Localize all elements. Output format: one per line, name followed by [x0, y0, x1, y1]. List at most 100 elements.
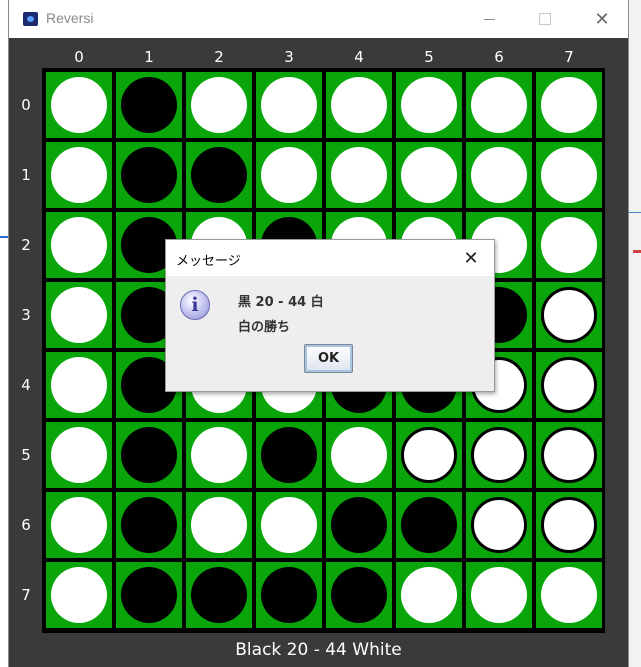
title-bar[interactable]: Reversi ✕: [9, 0, 628, 38]
board-cell[interactable]: [466, 142, 532, 208]
row-label: 2: [21, 236, 31, 254]
white-disc: [541, 497, 597, 553]
white-disc: [191, 77, 247, 133]
board-cell[interactable]: [396, 562, 462, 628]
white-disc: [51, 77, 107, 133]
white-disc: [471, 147, 527, 203]
row-label: 4: [21, 376, 31, 394]
white-disc: [541, 567, 597, 623]
window-title: Reversi: [46, 10, 94, 26]
dialog-title-bar[interactable]: メッセージ ✕: [166, 240, 494, 276]
board-cell[interactable]: [116, 492, 182, 558]
board-cell[interactable]: [466, 492, 532, 558]
board-cell[interactable]: [536, 352, 602, 418]
board-cell[interactable]: [326, 422, 392, 488]
white-disc: [191, 497, 247, 553]
dialog-score-message: 黒 20 - 44 白: [238, 295, 324, 310]
board-cell[interactable]: [116, 72, 182, 138]
board-cell[interactable]: [256, 562, 322, 628]
board-cell[interactable]: [536, 142, 602, 208]
white-disc: [51, 567, 107, 623]
background-line: [627, 212, 641, 213]
black-disc: [261, 427, 317, 483]
white-disc: [401, 147, 457, 203]
board-cell[interactable]: [466, 72, 532, 138]
column-label: 0: [74, 48, 84, 66]
board-cell[interactable]: [466, 422, 532, 488]
column-label: 3: [284, 48, 294, 66]
white-disc: [401, 567, 457, 623]
column-label: 1: [144, 48, 154, 66]
white-disc: [471, 497, 527, 553]
row-label: 1: [21, 166, 31, 184]
board-cell[interactable]: [46, 212, 112, 278]
board-cell[interactable]: [396, 72, 462, 138]
white-disc: [261, 497, 317, 553]
board-cell[interactable]: [326, 492, 392, 558]
dialog-winner-message: 白の勝ち: [238, 320, 291, 335]
board-cell[interactable]: [46, 72, 112, 138]
white-disc: [541, 357, 597, 413]
white-disc: [401, 77, 457, 133]
white-disc: [541, 287, 597, 343]
info-icon: i: [180, 290, 210, 320]
dialog-close-button[interactable]: ✕: [456, 244, 486, 272]
board-cell[interactable]: [466, 562, 532, 628]
white-disc: [51, 497, 107, 553]
minimize-button[interactable]: [466, 0, 512, 38]
board-cell[interactable]: [536, 562, 602, 628]
board-cell[interactable]: [326, 142, 392, 208]
board-cell[interactable]: [536, 492, 602, 558]
maximize-button[interactable]: [522, 0, 568, 38]
white-disc: [51, 147, 107, 203]
black-disc: [121, 77, 177, 133]
board-cell[interactable]: [396, 142, 462, 208]
white-disc: [51, 427, 107, 483]
board-cell[interactable]: [186, 492, 252, 558]
white-disc: [331, 427, 387, 483]
white-disc: [261, 77, 317, 133]
board-cell[interactable]: [46, 142, 112, 208]
black-disc: [121, 427, 177, 483]
board-cell[interactable]: [46, 352, 112, 418]
row-label: 0: [21, 96, 31, 114]
white-disc: [51, 217, 107, 273]
board-cell[interactable]: [46, 422, 112, 488]
board-cell[interactable]: [256, 142, 322, 208]
board-cell[interactable]: [536, 282, 602, 348]
board-cell[interactable]: [396, 422, 462, 488]
close-icon: ✕: [594, 8, 610, 30]
board-cell[interactable]: [256, 72, 322, 138]
board-cell[interactable]: [46, 282, 112, 348]
board-cell[interactable]: [256, 492, 322, 558]
close-button[interactable]: ✕: [579, 0, 625, 38]
black-disc: [121, 497, 177, 553]
background-window-edge: [627, 0, 641, 667]
black-disc: [191, 567, 247, 623]
board-cell[interactable]: [46, 562, 112, 628]
column-label: 6: [494, 48, 504, 66]
column-label: 7: [564, 48, 574, 66]
board-cell[interactable]: [326, 72, 392, 138]
white-disc: [471, 567, 527, 623]
board-cell[interactable]: [536, 72, 602, 138]
board-cell[interactable]: [46, 492, 112, 558]
board-cell[interactable]: [396, 492, 462, 558]
board-cell[interactable]: [186, 422, 252, 488]
board-cell[interactable]: [116, 422, 182, 488]
white-disc: [541, 77, 597, 133]
white-disc: [51, 357, 107, 413]
board-cell[interactable]: [326, 562, 392, 628]
board-cell[interactable]: [186, 562, 252, 628]
board-cell[interactable]: [186, 142, 252, 208]
minimize-icon: [483, 18, 495, 20]
white-disc: [401, 427, 457, 483]
board-cell[interactable]: [256, 422, 322, 488]
board-cell[interactable]: [116, 142, 182, 208]
board-cell[interactable]: [186, 72, 252, 138]
ok-button[interactable]: OK: [304, 344, 353, 373]
board-cell[interactable]: [116, 562, 182, 628]
board-cell[interactable]: [536, 212, 602, 278]
row-label: 7: [21, 586, 31, 604]
board-cell[interactable]: [536, 422, 602, 488]
